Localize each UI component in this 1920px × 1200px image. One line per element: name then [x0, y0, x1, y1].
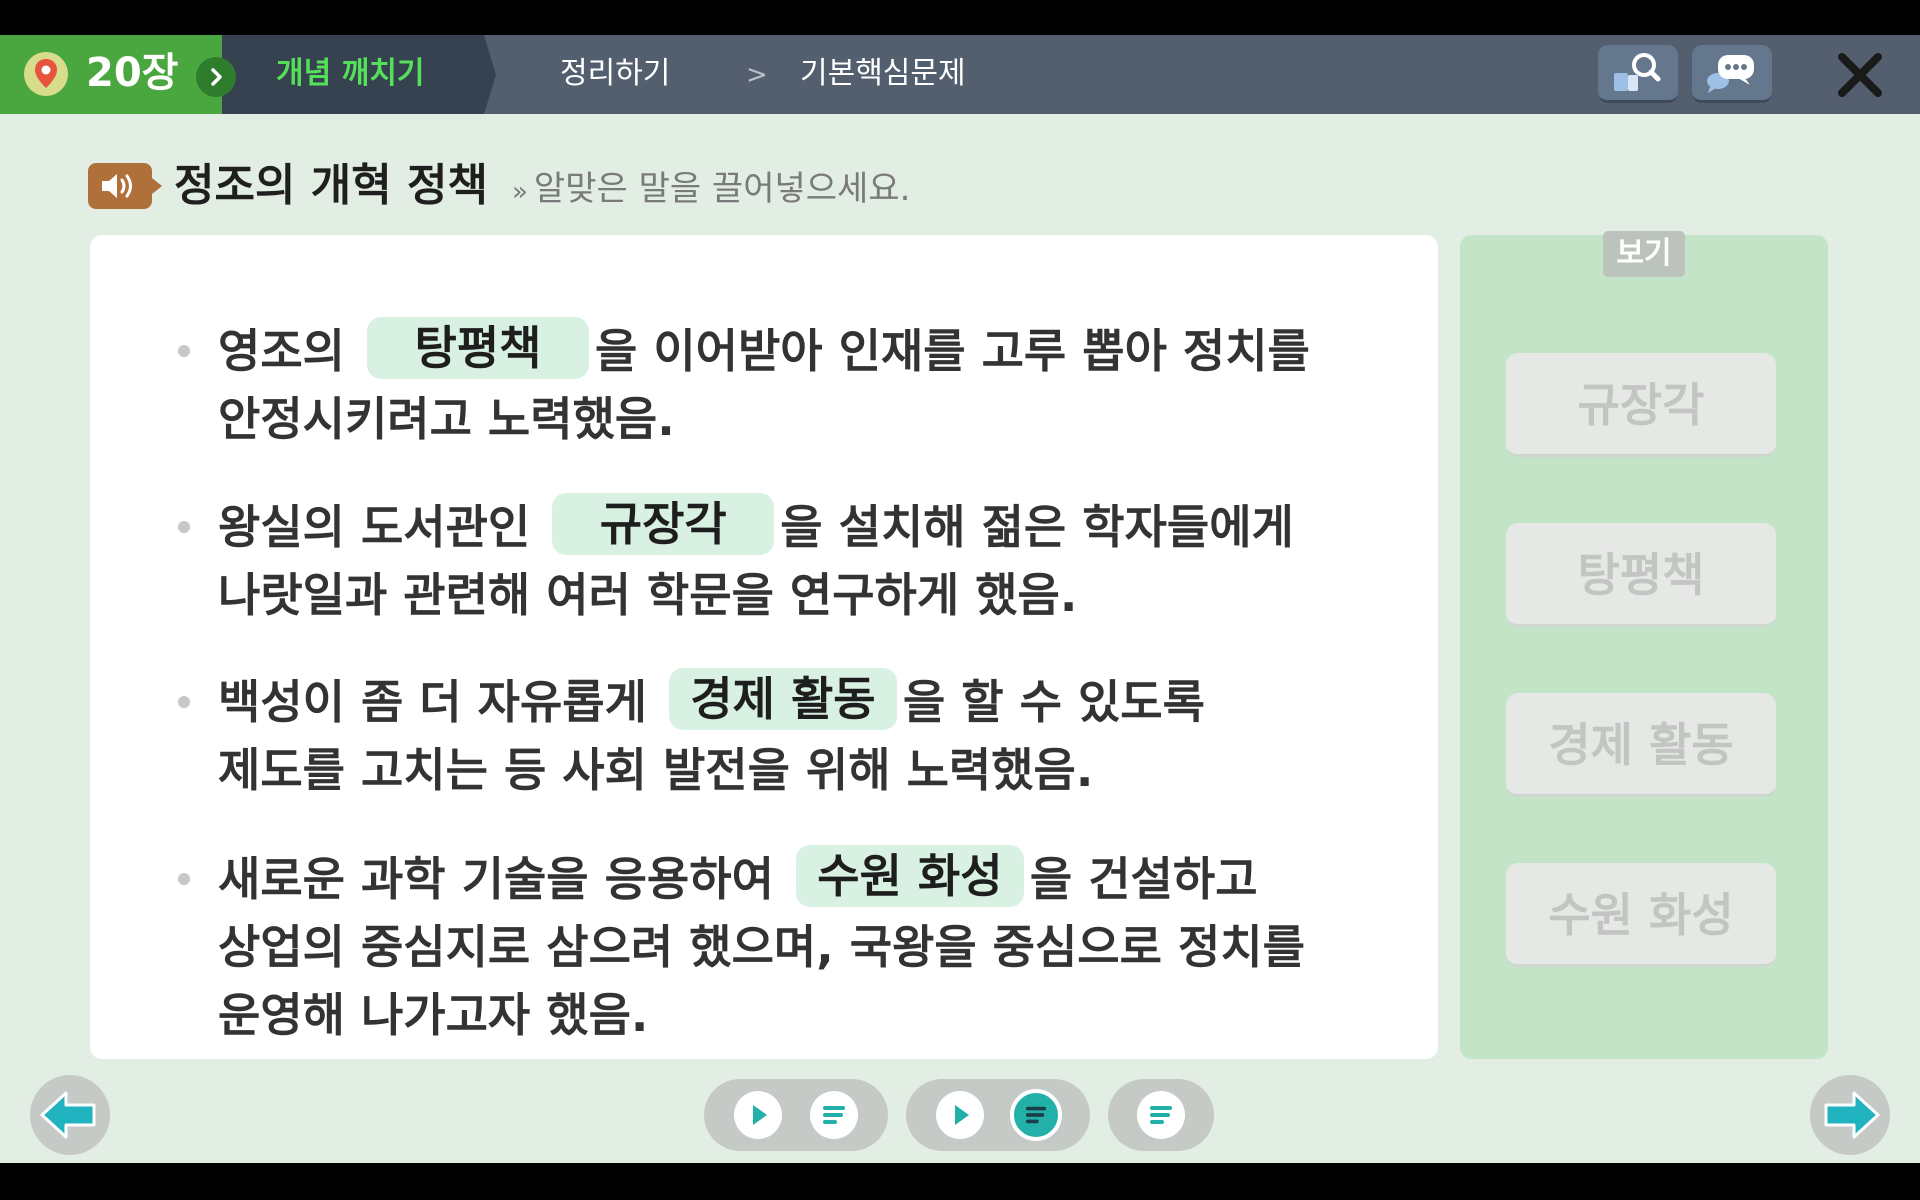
tab-core-problems[interactable]: 기본핵심문제 [800, 53, 966, 95]
statement-line: 영조의 탕평책 을 이어받아 인재를 고루 뽑아 정치를 [218, 317, 1398, 385]
arrow-left-icon [40, 1091, 96, 1139]
play-icon [753, 1105, 767, 1125]
statement-line: 제도를 고치는 등 사회 발전을 위해 노력했음. [218, 743, 1094, 797]
script-button[interactable] [810, 1091, 858, 1139]
chat-button[interactable] [1692, 45, 1772, 103]
statement-line: 상업의 중심지로 삼으려 했으며, 국왕을 중심으로 정치를 [218, 920, 1305, 974]
active-tab-arrow [484, 35, 496, 114]
script-button-active[interactable] [1010, 1089, 1062, 1141]
statement-item: 왕실의 도서관인 규장각 을 설치해 젊은 학자들에게 나랏일과 관련해 여러 학… [178, 493, 1398, 629]
choice-card[interactable]: 수원 화성 [1506, 863, 1776, 967]
tab-concept[interactable]: 개념 깨치기 [276, 53, 424, 95]
statement-text: 새로운 과학 기술을 응용하여 [218, 852, 774, 906]
choice-card[interactable]: 탕평책 [1506, 523, 1776, 627]
choices-panel: 보기 규장각 탕평책 경제 활동 수원 화성 [1460, 231, 1828, 1059]
statement-line: 왕실의 도서관인 규장각 을 설치해 젊은 학자들에게 [218, 493, 1398, 561]
drop-blank[interactable]: 규장각 [552, 493, 775, 555]
statement-item: 새로운 과학 기술을 응용하여 수원 화성 을 건설하고 상업의 중심지로 삼으려… [178, 845, 1398, 1049]
speaker-icon [102, 174, 132, 198]
next-page-button[interactable] [1810, 1075, 1890, 1155]
bullet-dot [178, 696, 190, 708]
statement-item: 백성이 좀 더 자유롭게 경제 활동 을 할 수 있도록 제도를 고치는 등 사회… [178, 668, 1398, 804]
media-control-group [1108, 1079, 1214, 1151]
statement-text: 백성이 좀 더 자유롭게 [218, 675, 647, 729]
content-panel: 영조의 탕평책 을 이어받아 인재를 고루 뽑아 정치를 안정시키려고 노력했음.… [90, 235, 1438, 1059]
bullet-dot [178, 521, 190, 533]
play-icon [955, 1105, 969, 1125]
statement-line: 새로운 과학 기술을 응용하여 수원 화성 을 건설하고 [218, 845, 1398, 913]
choices-label: 보기 [1603, 231, 1685, 277]
close-icon [1838, 53, 1882, 97]
statement-text: 을 설치해 젊은 학자들에게 [780, 500, 1294, 554]
script-button[interactable] [1137, 1091, 1185, 1139]
script-icon [1025, 1106, 1047, 1124]
bullet-dot [178, 873, 190, 885]
bullet-dot [178, 345, 190, 357]
statement-line: 백성이 좀 더 자유롭게 경제 활동 을 할 수 있도록 [218, 668, 1398, 736]
speaker-button[interactable] [88, 163, 162, 209]
statement-text: 을 할 수 있도록 [902, 675, 1205, 729]
drop-blank[interactable]: 경제 활동 [668, 668, 897, 730]
arrow-right-icon [1824, 1091, 1880, 1139]
instruction-mark: » [512, 177, 528, 207]
script-icon [1150, 1106, 1172, 1124]
statement-item: 영조의 탕평책 을 이어받아 인재를 고루 뽑아 정치를 안정시키려고 노력했음. [178, 317, 1398, 453]
script-icon [823, 1106, 845, 1124]
app-window: 20장 개념 깨치기 정리하기 > 기본핵심문제 정조의 개혁 정책 » 알맞은… [0, 35, 1920, 1163]
chat-bubble-icon [1707, 55, 1754, 93]
tab-summary[interactable]: 정리하기 [560, 53, 670, 95]
statement-text: 을 이어받아 인재를 고루 뽑아 정치를 [594, 324, 1310, 378]
search-book-icon [1614, 53, 1661, 91]
chapter-label: 20장 [86, 50, 179, 96]
chevron-right-icon[interactable] [196, 57, 236, 97]
close-button[interactable] [1832, 47, 1888, 103]
statement-line: 운영해 나가고자 했음. [218, 988, 649, 1042]
choice-card[interactable]: 경제 활동 [1506, 693, 1776, 797]
statement-text: 왕실의 도서관인 [218, 500, 531, 554]
page-title: 정조의 개혁 정책 [174, 160, 488, 211]
statement-text: 을 건설하고 [1029, 852, 1258, 906]
choice-card[interactable]: 규장각 [1506, 353, 1776, 457]
chapter-block: 20장 [0, 35, 222, 114]
breadcrumb-separator: > [746, 60, 768, 90]
drop-blank[interactable]: 수원 화성 [795, 845, 1024, 907]
media-control-group [906, 1079, 1090, 1151]
instruction-text: » 알맞은 말을 끌어넣으세요. [512, 167, 910, 214]
play-button[interactable] [936, 1091, 984, 1139]
map-pin-icon [24, 52, 68, 96]
statement-line: 나랏일과 관련해 여러 학문을 연구하게 했음. [218, 568, 1078, 622]
play-button[interactable] [734, 1091, 782, 1139]
previous-page-button[interactable] [30, 1075, 110, 1155]
search-button[interactable] [1598, 45, 1678, 103]
instruction-label: 알맞은 말을 끌어넣으세요. [533, 169, 911, 209]
statement-text: 영조의 [218, 324, 345, 378]
media-control-group [704, 1079, 888, 1151]
drop-blank[interactable]: 탕평책 [366, 317, 589, 379]
top-navigation-bar: 20장 개념 깨치기 정리하기 > 기본핵심문제 [0, 35, 1920, 114]
statement-line: 안정시키려고 노력했음. [218, 392, 675, 446]
